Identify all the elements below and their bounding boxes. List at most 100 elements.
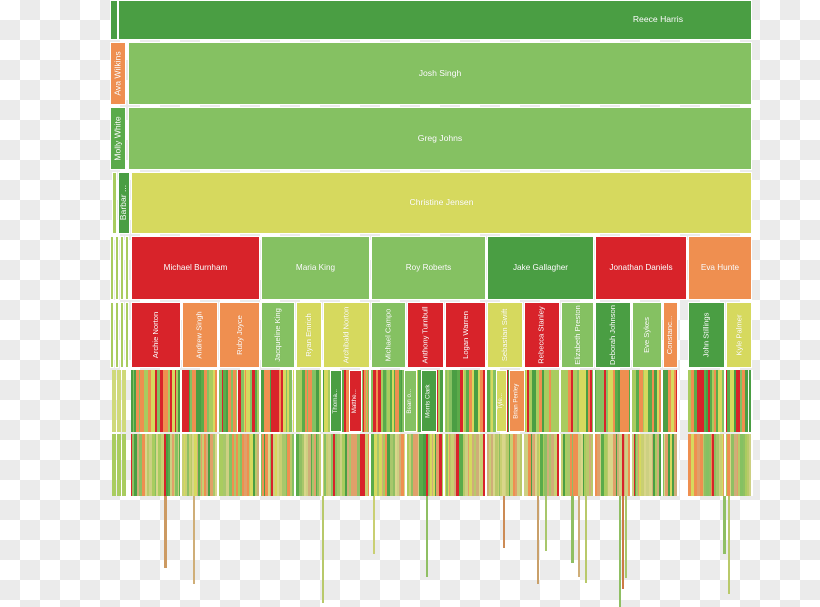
treemap-cell[interactable] bbox=[110, 0, 118, 40]
treemap-cell-matthew[interactable]: Matthe... bbox=[349, 370, 362, 432]
treemap-cell-kyle-palmer[interactable]: Kyle Palmer bbox=[726, 302, 752, 368]
treemap-cell-sliver-a[interactable] bbox=[110, 302, 114, 368]
treemap-cell-john-stillings[interactable]: John Stillings bbox=[688, 302, 725, 368]
treemap-cell-label: Michael Burnham bbox=[163, 262, 228, 272]
treemap-cell[interactable] bbox=[503, 496, 506, 548]
treemap-cell-label: Jake Gallagher bbox=[512, 262, 569, 272]
treemap-cell-label: Constanc... bbox=[665, 315, 675, 355]
treemap-cell[interactable] bbox=[571, 496, 574, 563]
treemap-cell-sliver-b[interactable] bbox=[115, 302, 119, 368]
treemap-cell-jonathan-daniels[interactable]: Jonathan Daniels bbox=[595, 236, 687, 300]
treemap-cell[interactable] bbox=[122, 434, 126, 496]
treemap-cell-bean-o[interactable]: Bean o... bbox=[404, 370, 417, 432]
treemap-cell-label: Roy Roberts bbox=[405, 262, 452, 272]
treemap-cell-morris-clark[interactable]: Morris Clark bbox=[421, 370, 437, 432]
treemap-cell[interactable] bbox=[622, 496, 625, 589]
treemap-cell-tyler[interactable]: Tyle... bbox=[496, 370, 507, 432]
treemap-cell-archibald-norton[interactable]: Archibald Norton bbox=[323, 302, 370, 368]
treemap-cell-label: Deborah Johnson bbox=[608, 305, 618, 365]
treemap-cell[interactable] bbox=[723, 496, 726, 555]
treemap-cell-sliver-c[interactable] bbox=[120, 302, 124, 368]
treemap-cell-maria-king[interactable]: Maria King bbox=[261, 236, 370, 300]
treemap-cell[interactable] bbox=[728, 496, 730, 595]
treemap-cell-greg-johns[interactable]: Greg Johns bbox=[128, 107, 752, 170]
treemap-figure: Reece Harris Ava Wilkins Josh Singh Molly W… bbox=[0, 0, 820, 607]
treemap-cell-ryan-emrich[interactable]: Ryan Emrich bbox=[296, 302, 322, 368]
treemap-cell-label: Eve Sykes bbox=[642, 317, 652, 353]
treemap-cell-label: Greg Johns bbox=[417, 132, 463, 143]
treemap-cell[interactable] bbox=[164, 496, 167, 569]
treemap-cell[interactable] bbox=[545, 496, 547, 551]
treemap-cell-sliver-a[interactable] bbox=[110, 236, 114, 300]
treemap-cell-logan-warren[interactable]: Logan Warren bbox=[445, 302, 486, 368]
treemap-cell-label: Tyle... bbox=[497, 392, 505, 410]
treemap-cell-label: Michael Campo bbox=[383, 308, 393, 362]
treemap-cell-christine-jensen[interactable]: Christine Jensen bbox=[131, 172, 752, 234]
treemap-cell-anthony-turnbull[interactable]: Anthony Turnbull bbox=[407, 302, 444, 368]
treemap-cell-label: Maria King bbox=[295, 262, 336, 272]
treemap-cell[interactable] bbox=[117, 434, 121, 496]
treemap-cell[interactable] bbox=[193, 496, 195, 584]
treemap-cell-label: Ruby Joyce bbox=[234, 315, 244, 355]
treemap-cell-jacqueline-king[interactable]: Jacqueline King bbox=[261, 302, 295, 368]
treemap-group-separator bbox=[677, 370, 679, 432]
treemap-cell-label: Matthe... bbox=[351, 388, 359, 414]
treemap-cell-sebastian-swift[interactable]: Sebastian Swift bbox=[487, 302, 523, 368]
treemap-cell-barbara[interactable] bbox=[112, 172, 117, 234]
treemap-cell-brian-penley[interactable]: Brian Penley bbox=[509, 370, 525, 432]
treemap-cell-label: Morris Clark bbox=[424, 384, 432, 418]
treemap-cell-roy-roberts[interactable]: Roy Roberts bbox=[371, 236, 486, 300]
treemap-cell[interactable] bbox=[426, 496, 428, 577]
treemap-cell-constance[interactable]: Constanc... bbox=[663, 302, 678, 368]
treemap-cell-label: Barbar ... bbox=[118, 185, 129, 221]
treemap-group-separator bbox=[677, 434, 679, 496]
treemap-cell-sliver-d[interactable] bbox=[125, 302, 129, 368]
treemap-cell-label: Bean o... bbox=[406, 388, 414, 414]
treemap-cell[interactable] bbox=[537, 496, 540, 585]
treemap-cell[interactable] bbox=[322, 496, 325, 603]
treemap-cell[interactable] bbox=[373, 496, 375, 555]
treemap-cell-label: Ryan Emrich bbox=[304, 313, 314, 357]
treemap-cell-jake-gallagher[interactable]: Jake Gallagher bbox=[487, 236, 594, 300]
treemap-cell-eve-sykes[interactable]: Eve Sykes bbox=[632, 302, 662, 368]
treemap-cell-josh-singh[interactable]: Josh Singh bbox=[128, 42, 752, 105]
treemap-cell-label: Reece Harris bbox=[632, 14, 683, 25]
treemap-cell[interactable] bbox=[117, 370, 121, 432]
treemap-cell-label: Jonathan Daniels bbox=[609, 262, 673, 272]
treemap-cell-deborah-johnson[interactable]: Deborah Johnson bbox=[595, 302, 631, 368]
treemap-cell[interactable] bbox=[619, 496, 621, 607]
treemap-cell-molly-white[interactable]: Molly White bbox=[110, 107, 126, 170]
treemap-cell-thomas[interactable]: Thoma... bbox=[330, 370, 342, 432]
treemap-cell[interactable] bbox=[112, 370, 116, 432]
treemap-cell-rebecca-stanley[interactable]: Rebecca Stanley bbox=[524, 302, 560, 368]
treemap-cell-label: Ava Wilkins bbox=[112, 51, 123, 96]
treemap-cell-label: Brian Penley bbox=[512, 383, 520, 419]
treemap-cell-archie-norton[interactable]: Archie Norton bbox=[131, 302, 181, 368]
treemap-cell[interactable] bbox=[585, 496, 587, 583]
treemap-cell-michael-burnham[interactable]: Michael Burnham bbox=[131, 236, 260, 300]
treemap-cell[interactable] bbox=[578, 496, 581, 577]
treemap-cell-sliver-b[interactable] bbox=[115, 236, 119, 300]
treemap-cell-ava-wilkins[interactable]: Ava Wilkins bbox=[110, 42, 126, 105]
treemap-cell-label: Thoma... bbox=[331, 388, 339, 414]
treemap-cell-sliver-c[interactable] bbox=[120, 236, 124, 300]
treemap-cell-label: Josh Singh bbox=[418, 67, 462, 78]
treemap-cell[interactable] bbox=[122, 370, 126, 432]
treemap-cell-label: Anthony Turnbull bbox=[420, 306, 430, 364]
treemap-cell[interactable] bbox=[112, 434, 116, 496]
treemap-cell-eva-hunter[interactable]: Eva Hunte bbox=[688, 236, 752, 300]
treemap-cell-elizabeth-preston[interactable]: Elizabeth Preston bbox=[561, 302, 594, 368]
treemap-cell-label: Eva Hunte bbox=[700, 262, 740, 272]
treemap-cell-label: Archibald Norton bbox=[341, 306, 351, 364]
treemap-cell-sliver-d[interactable] bbox=[125, 236, 129, 300]
treemap-cell-barbara-label[interactable]: Barbar ... bbox=[118, 172, 130, 234]
treemap-group-separator bbox=[751, 370, 753, 432]
treemap-cell[interactable] bbox=[625, 496, 627, 579]
treemap-cell-andrew-singh[interactable]: Andrew Singh bbox=[182, 302, 218, 368]
treemap-cell-reece-harris[interactable]: Reece Harris bbox=[118, 0, 752, 40]
treemap-cell-label: Jacqueline King bbox=[273, 308, 283, 362]
treemap-cell-label: Kyle Palmer bbox=[734, 314, 744, 356]
treemap-cell-michael-campo[interactable]: Michael Campo bbox=[371, 302, 406, 368]
treemap-cell-label: Andrew Singh bbox=[195, 311, 205, 359]
treemap-cell-ruby-joyce[interactable]: Ruby Joyce bbox=[219, 302, 260, 368]
